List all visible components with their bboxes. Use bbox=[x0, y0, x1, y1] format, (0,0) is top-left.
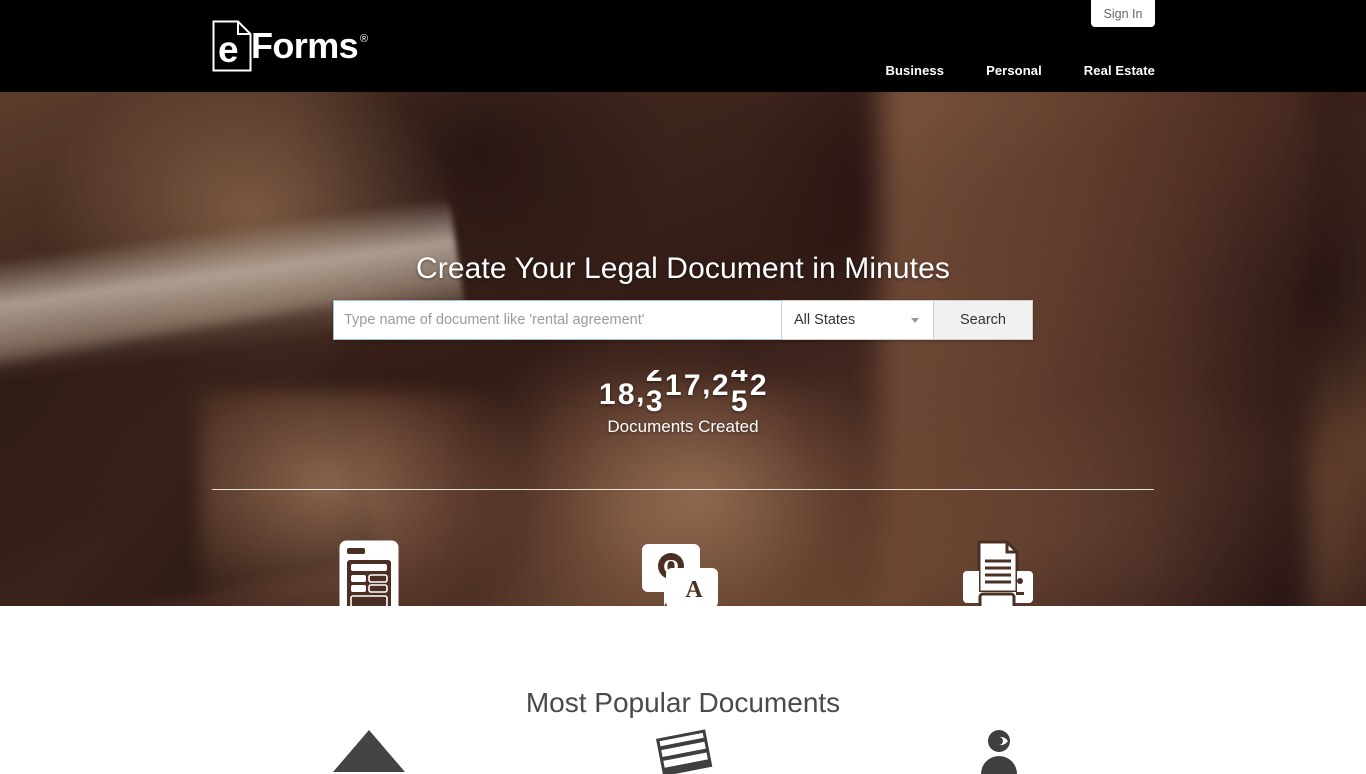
question-answer-bubbles-icon: Q A bbox=[642, 532, 724, 606]
sign-in-label: Sign In bbox=[1103, 6, 1143, 21]
counter-label: Documents Created bbox=[607, 417, 759, 436]
search-button[interactable]: Search bbox=[933, 300, 1033, 340]
nav-item-personal[interactable]: Personal bbox=[965, 63, 1063, 78]
eforms-logo[interactable]: e Forms ® bbox=[212, 20, 368, 72]
odometer-digit: 1 bbox=[598, 378, 617, 411]
odometer-digit: 7 bbox=[683, 370, 702, 402]
most-popular-documents-section: Most Popular Documents bbox=[0, 606, 1366, 774]
document-search-bar: All States Search bbox=[333, 300, 1033, 340]
nav-item-real-estate[interactable]: Real Estate bbox=[1063, 63, 1155, 78]
popular-item-3[interactable] bbox=[840, 726, 1154, 774]
state-select[interactable]: All States bbox=[781, 300, 933, 340]
person-avatar-icon bbox=[981, 730, 1017, 774]
state-select-value: All States bbox=[794, 312, 856, 328]
tilted-book-icon bbox=[656, 729, 713, 774]
hero-title: Create Your Legal Document in Minutes bbox=[415, 252, 951, 286]
chevron-down-icon bbox=[911, 318, 919, 323]
odometer-digit: 45 bbox=[730, 370, 749, 414]
odometer-digit: 2 bbox=[711, 370, 730, 402]
form-document-icon bbox=[338, 532, 400, 606]
documents-created-counter: 18,2317,2452 Documents Created bbox=[0, 370, 1366, 437]
search-input[interactable] bbox=[333, 300, 781, 340]
odometer-digit: 2 bbox=[749, 370, 768, 402]
step-print-and-sign[interactable]: Print and Sign bbox=[840, 532, 1154, 606]
sign-in-button[interactable]: Sign In bbox=[1091, 0, 1155, 27]
popular-item-1[interactable] bbox=[212, 726, 526, 774]
logo-letter-e: e bbox=[218, 29, 239, 70]
section-title: Most Popular Documents bbox=[525, 687, 841, 719]
step-answer-simple-questions[interactable]: Q A Answer Simple Questions bbox=[526, 532, 840, 606]
hero-divider bbox=[212, 489, 1154, 490]
hero-section: Create Your Legal Document in Minutes Al… bbox=[0, 92, 1366, 606]
odometer-separator: , bbox=[702, 370, 711, 401]
odometer-digit: 1 bbox=[664, 370, 683, 402]
odometer-digit: 23 bbox=[645, 370, 664, 414]
odometer-separator: , bbox=[636, 376, 645, 409]
step-select-your-form[interactable]: Select Your Form bbox=[212, 532, 526, 606]
how-it-works-steps: Select Your Form Q A Answer Simple Quest… bbox=[212, 532, 1154, 606]
printer-icon bbox=[958, 532, 1036, 606]
svg-text:A: A bbox=[685, 577, 703, 603]
odometer-digit: 8 bbox=[617, 378, 636, 411]
nav-item-business[interactable]: Business bbox=[864, 63, 965, 78]
document-icon: e bbox=[212, 20, 252, 72]
registered-trademark-icon: ® bbox=[360, 33, 369, 45]
odometer-digits: 18,2317,2452 bbox=[598, 370, 768, 418]
popular-documents-row bbox=[212, 726, 1154, 774]
popular-item-2[interactable] bbox=[526, 726, 840, 774]
logo-word: Forms bbox=[251, 25, 359, 66]
site-header: e Forms ® Sign In Business Personal Real… bbox=[0, 0, 1366, 92]
main-navigation: Business Personal Real Estate bbox=[864, 63, 1155, 78]
house-roof-icon bbox=[333, 730, 405, 772]
